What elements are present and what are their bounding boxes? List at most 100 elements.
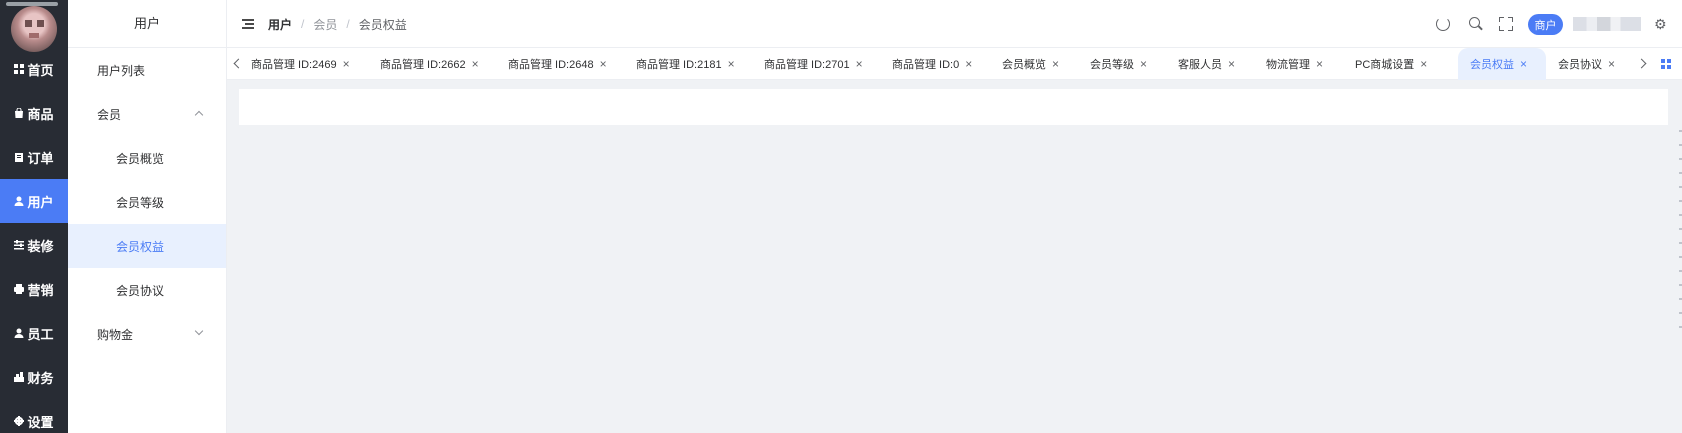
- search-icon[interactable]: [1469, 17, 1483, 31]
- sub-item-label: 会员概览: [116, 151, 165, 166]
- tab-item[interactable]: PC商城设置 ×: [1350, 48, 1458, 80]
- tab-item[interactable]: 商品管理 ID:0 ×: [887, 48, 997, 80]
- breadcrumb-separator: /: [301, 17, 305, 31]
- sub-item-label: 会员协议: [116, 283, 165, 298]
- close-icon[interactable]: ×: [343, 57, 350, 71]
- gear-icon: [14, 416, 25, 426]
- menu-toggle-icon[interactable]: [242, 19, 254, 29]
- breadcrumb-item[interactable]: 用户: [268, 16, 292, 33]
- user-name-blurred[interactable]: [1573, 17, 1641, 31]
- close-icon[interactable]: ×: [1316, 57, 1323, 71]
- user-icon: [14, 196, 24, 206]
- tabs-strip: 商品管理 ID:2469 × 商品管理 ID:2662 × 商品管理 ID:2648…: [247, 48, 1634, 80]
- nav-item-label: 订单: [27, 150, 54, 166]
- chevron-down-icon: [194, 326, 204, 336]
- sub-menu: 用户 用户列表 会员 会员概览 会员等级 会员权益 会员协议 购物金: [68, 0, 227, 433]
- chevron-left-icon[interactable]: [233, 58, 244, 69]
- breadcrumb-item[interactable]: 会员: [313, 16, 337, 33]
- nav-item-decoration[interactable]: 装修: [0, 223, 68, 267]
- tab-label: 会员等级: [1090, 59, 1134, 71]
- sub-item-label: 会员权益: [116, 239, 165, 254]
- nav-item-users[interactable]: 用户: [0, 179, 68, 223]
- nav-item-label: 营销: [27, 282, 54, 298]
- close-icon[interactable]: ×: [1140, 57, 1147, 71]
- app-window: 首页 商品 订单 用户 装修 营销 员工 财务 设置 用户 用户列表 会员 会员…: [0, 0, 1682, 433]
- tab-label: 商品管理 ID:2469: [251, 59, 337, 71]
- tab-label: 客服人员: [1178, 59, 1222, 71]
- breadcrumb-item: 会员权益: [358, 17, 407, 32]
- sub-item-label: 用户列表: [97, 63, 146, 78]
- sub-item-label: 会员: [97, 107, 122, 122]
- nav-item-staff[interactable]: 员工: [0, 311, 68, 355]
- sub-menu-title: 用户: [68, 0, 226, 48]
- close-icon[interactable]: ×: [728, 57, 735, 71]
- nav-item-label: 商品: [27, 106, 54, 122]
- tab-item[interactable]: 商品管理 ID:2469 ×: [247, 48, 375, 80]
- tab-item[interactable]: 会员概览 ×: [997, 48, 1085, 80]
- sub-item-member-overview[interactable]: 会员概览: [68, 136, 226, 180]
- nav-item-home[interactable]: 首页: [0, 47, 68, 91]
- breadcrumb-separator: /: [346, 17, 350, 31]
- tabs-menu-icon[interactable]: [1661, 59, 1671, 69]
- printer-icon: [14, 284, 25, 294]
- sub-item-label: 会员等级: [116, 195, 165, 210]
- sliders-icon: [14, 240, 25, 250]
- close-icon[interactable]: ×: [1520, 57, 1527, 71]
- tab-label: PC商城设置: [1355, 59, 1415, 71]
- tab-item[interactable]: 会员协议 ×: [1546, 48, 1634, 80]
- avatar[interactable]: [11, 6, 57, 52]
- close-icon[interactable]: ×: [1608, 57, 1615, 71]
- merchant-button[interactable]: 商户: [1528, 14, 1563, 35]
- nav-item-marketing[interactable]: 营销: [0, 267, 68, 311]
- nav-item-settings[interactable]: 设置: [0, 399, 68, 433]
- close-icon[interactable]: ×: [1052, 57, 1059, 71]
- tab-label: 会员概览: [1002, 59, 1046, 71]
- tab-bar: 商品管理 ID:2469 × 商品管理 ID:2662 × 商品管理 ID:2648…: [227, 48, 1682, 80]
- sub-item-member[interactable]: 会员: [68, 92, 226, 136]
- tab-label: 会员权益: [1470, 59, 1514, 71]
- chevron-right-icon[interactable]: [1636, 58, 1647, 69]
- sub-item-shopping-credit[interactable]: 购物金: [68, 312, 226, 356]
- close-icon[interactable]: ×: [965, 57, 972, 71]
- close-icon[interactable]: ×: [1228, 57, 1235, 71]
- refresh-icon[interactable]: [1436, 17, 1450, 31]
- nav-item-finance[interactable]: 财务: [0, 355, 68, 399]
- nav-item-label: 首页: [27, 62, 54, 78]
- tab-item-active[interactable]: 会员权益 ×: [1458, 48, 1546, 80]
- nav-item-orders[interactable]: 订单: [0, 135, 68, 179]
- tab-label: 商品管理 ID:0: [892, 59, 960, 71]
- nav-item-label: 装修: [27, 238, 54, 254]
- top-header: 用户 / 会员 / 会员权益 商户 ⚙: [227, 0, 1682, 48]
- bag-icon: [14, 108, 24, 118]
- sub-item-member-agreement[interactable]: 会员协议: [68, 268, 226, 312]
- nav-item-goods[interactable]: 商品: [0, 91, 68, 135]
- tab-item[interactable]: 商品管理 ID:2648 ×: [503, 48, 631, 80]
- person-icon: [14, 328, 24, 338]
- tab-item[interactable]: 客服人员 ×: [1173, 48, 1261, 80]
- tab-item[interactable]: 物流管理 ×: [1261, 48, 1350, 80]
- tab-item[interactable]: 商品管理 ID:2181 ×: [631, 48, 759, 80]
- tab-item[interactable]: 商品管理 ID:2701 ×: [759, 48, 887, 80]
- grid-icon: [14, 64, 25, 74]
- nav-item-label: 设置: [27, 414, 54, 430]
- tab-label: 会员协议: [1558, 59, 1602, 71]
- close-icon[interactable]: ×: [1420, 57, 1427, 71]
- close-icon[interactable]: ×: [856, 57, 863, 71]
- breadcrumb: 用户 / 会员 / 会员权益: [268, 0, 407, 48]
- nav-item-label: 员工: [27, 326, 54, 342]
- tab-item[interactable]: 商品管理 ID:2662 ×: [375, 48, 503, 80]
- sub-item-user-list[interactable]: 用户列表: [68, 48, 226, 92]
- tab-item[interactable]: 会员等级 ×: [1085, 48, 1173, 80]
- fullscreen-icon[interactable]: [1499, 17, 1513, 31]
- chevron-up-icon: [194, 110, 204, 120]
- sub-item-member-benefits[interactable]: 会员权益: [68, 224, 226, 268]
- nav-item-label: 财务: [27, 370, 54, 386]
- tab-label: 商品管理 ID:2701: [764, 59, 850, 71]
- settings-icon[interactable]: ⚙: [1654, 17, 1668, 31]
- close-icon[interactable]: ×: [600, 57, 607, 71]
- tab-label: 商品管理 ID:2181: [636, 59, 722, 71]
- finance-icon: [14, 372, 25, 382]
- sub-item-member-level[interactable]: 会员等级: [68, 180, 226, 224]
- close-icon[interactable]: ×: [472, 57, 479, 71]
- sub-item-label: 购物金: [97, 327, 134, 342]
